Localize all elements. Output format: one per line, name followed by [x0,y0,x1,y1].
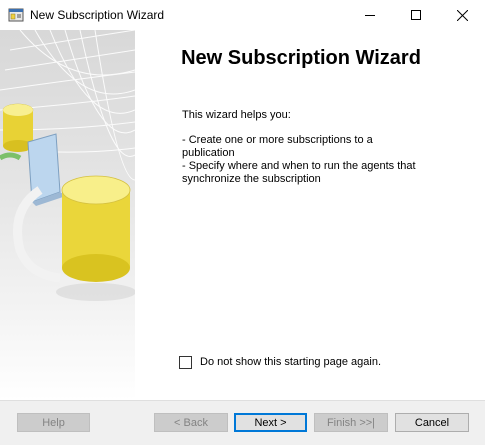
intro-text: This wizard helps you: [182,109,291,121]
close-icon [456,9,468,21]
maximize-button[interactable] [393,0,439,30]
page-title: New Subscription Wizard [181,47,421,69]
window-title: New Subscription Wizard [30,8,165,22]
database-subscription-illustration [0,30,135,301]
finish-button[interactable]: Finish >>| [314,413,388,432]
minimize-button[interactable] [347,0,393,30]
wizard-side-banner [0,30,135,400]
bullet-specify-agents: - Specify where and when to run the agen… [182,160,416,185]
minimize-icon [365,15,375,16]
close-button[interactable] [439,0,485,30]
help-button[interactable]: Help [17,413,90,432]
maximize-icon [411,10,421,20]
skip-start-page-label[interactable]: Do not show this starting page again. [200,356,381,368]
bullet-create-subscriptions: - Create one or more subscriptions to a … [182,134,373,159]
next-button[interactable]: Next > [234,413,307,432]
cancel-button[interactable]: Cancel [395,413,469,432]
back-button[interactable]: < Back [154,413,228,432]
skip-start-page-checkbox[interactable] [179,355,192,369]
wizard-app-icon [8,7,24,23]
title-bar[interactable]: New Subscription Wizard [0,0,485,30]
skip-start-page-option[interactable]: Do not show this starting page again. [179,354,381,370]
